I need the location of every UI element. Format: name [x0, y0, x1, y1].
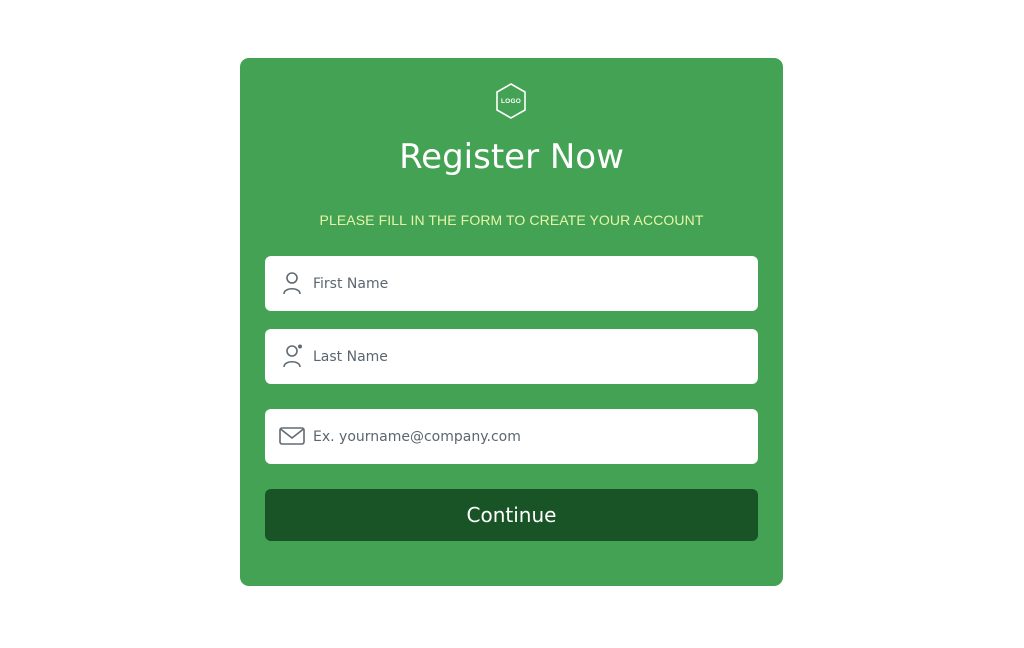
- form-instructions: PLEASE FILL IN THE FORM TO CREATE YOUR A…: [319, 212, 704, 228]
- first-name-field[interactable]: [265, 256, 758, 311]
- logo-text: LOGO: [501, 97, 521, 105]
- last-name-field[interactable]: [265, 329, 758, 384]
- last-name-input[interactable]: [313, 329, 743, 384]
- email-field[interactable]: [265, 409, 758, 464]
- first-name-input[interactable]: [313, 256, 743, 311]
- user-dot-icon: [279, 343, 305, 369]
- logo: LOGO: [494, 82, 528, 120]
- envelope-icon: [279, 423, 305, 449]
- user-icon: [279, 270, 305, 296]
- page-title: Register Now: [399, 137, 624, 177]
- email-input[interactable]: [313, 409, 743, 464]
- register-card: LOGO Register Now PLEASE FILL IN THE FOR…: [240, 58, 783, 586]
- continue-button[interactable]: Continue: [265, 489, 758, 541]
